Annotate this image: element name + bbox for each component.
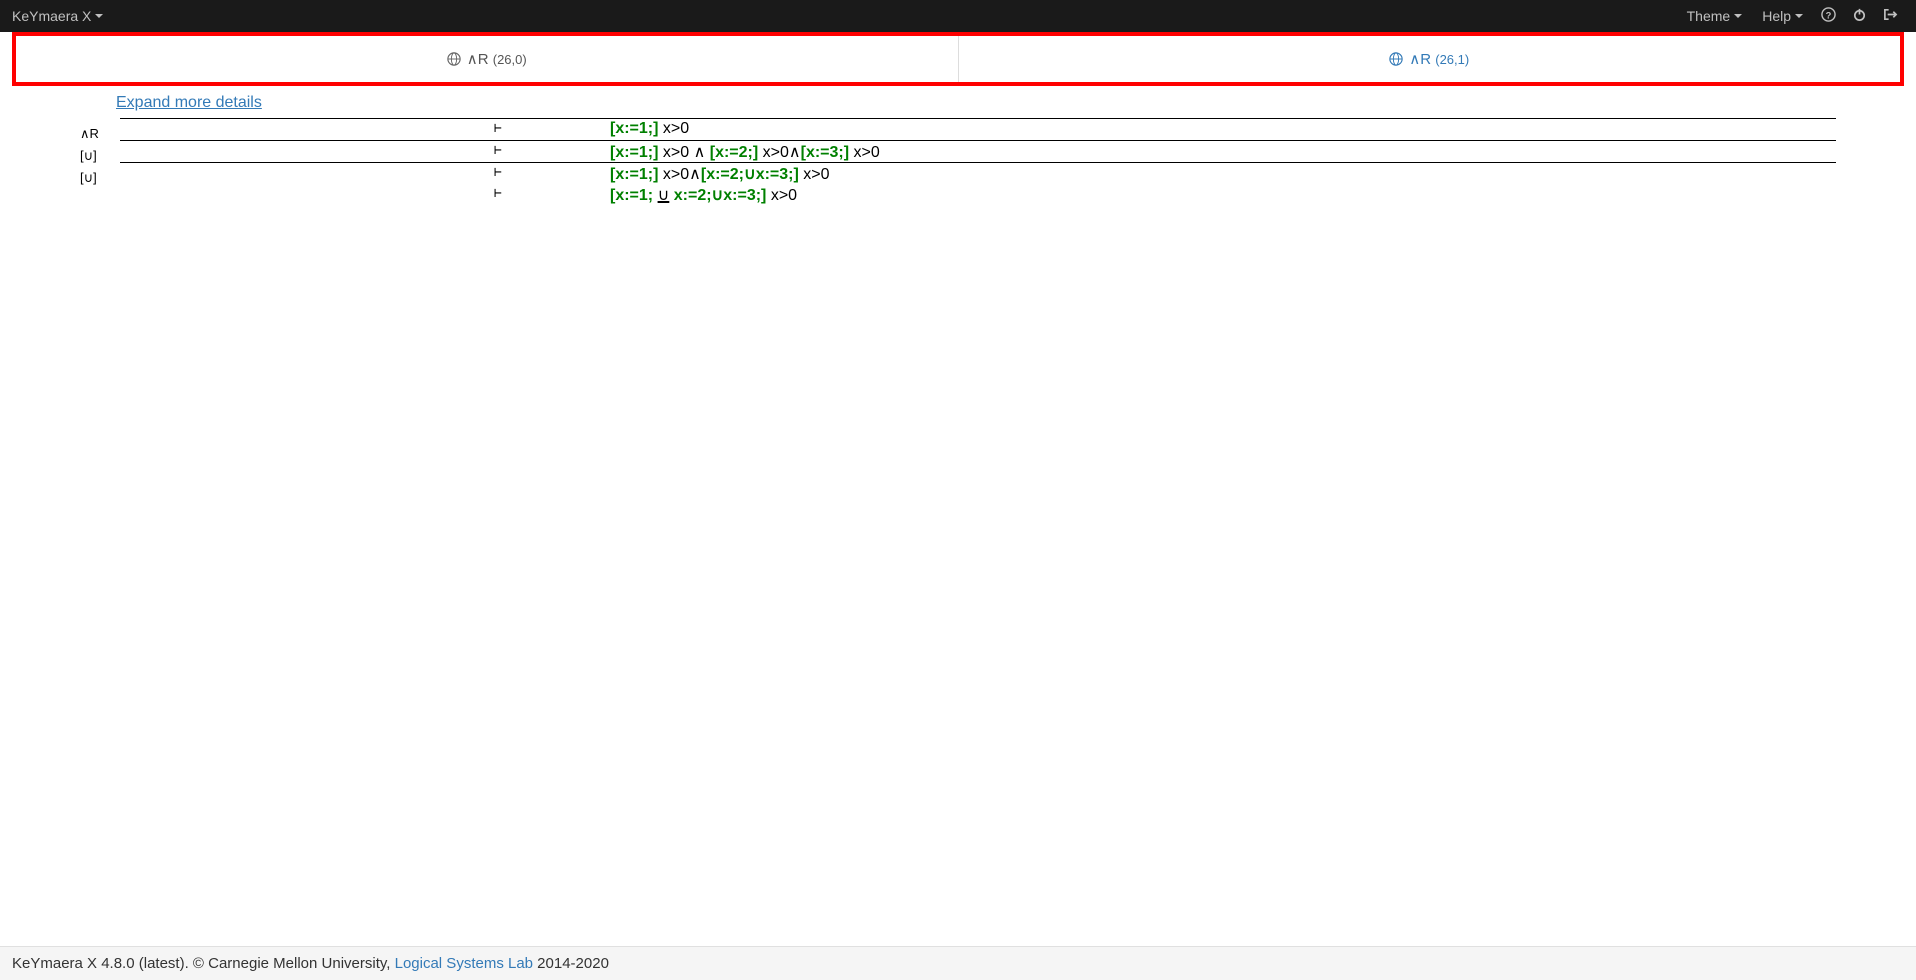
proof-row: [∪] ⊢ [x:=1;] x>0 ∧ [x:=2;] x>0∧[x:=3;] … xyxy=(80,140,1836,162)
expand-more-details-link[interactable]: Expand more details xyxy=(116,94,262,112)
footer: KeYmaera X 4.8.0 (latest). © Carnegie Me… xyxy=(0,946,1916,980)
turnstile: ⊢ xyxy=(494,186,502,201)
sequent-line[interactable]: ⊢ [x:=1;] x>0 xyxy=(120,118,1836,140)
sequent-line[interactable]: ⊢ [x:=1;] x>0 ∧ [x:=2;] x>0∧[x:=3;] x>0 xyxy=(120,140,1836,162)
navbar-right: Theme Help ? xyxy=(1679,7,1904,25)
caret-down-icon xyxy=(95,14,103,18)
rule-label: [∪] xyxy=(80,162,120,184)
turnstile: ⊢ xyxy=(494,143,502,158)
formula[interactable]: [x:=1;] x>0∧[x:=2;∪x:=3;] x>0 xyxy=(610,164,830,184)
tabs-bar: ∧R (26,0) ∧R (26,1) xyxy=(12,32,1904,86)
brand-dropdown[interactable]: KeYmaera X xyxy=(12,8,103,24)
formula[interactable]: [x:=1;] x>0 ∧ [x:=2;] x>0∧[x:=3;] x>0 xyxy=(610,142,880,162)
proof-row: ∧R ⊢ [x:=1;] x>0 xyxy=(80,118,1836,140)
navbar-left: KeYmaera X xyxy=(12,8,103,24)
proof-row: [∪] ⊢ [x:=1;] x>0∧[x:=2;∪x:=3;] x>0 xyxy=(80,162,1836,184)
footer-copyright: © Carnegie Mellon University, xyxy=(189,955,395,972)
rule-label: [∪] xyxy=(80,140,120,162)
theme-dropdown[interactable]: Theme xyxy=(1679,8,1751,24)
tab-andr-0[interactable]: ∧R (26,0) xyxy=(16,36,959,82)
formula[interactable]: [x:=1;] x>0 xyxy=(610,120,689,138)
tab-label: ∧R (26,0) xyxy=(467,50,527,68)
turnstile: ⊢ xyxy=(494,165,502,180)
theme-label: Theme xyxy=(1687,8,1731,24)
proof-table: ∧R ⊢ [x:=1;] x>0 [∪] ⊢ [x:=1;] x>0 ∧ [x:… xyxy=(80,118,1836,206)
caret-down-icon xyxy=(1734,14,1742,18)
logout-icon[interactable] xyxy=(1877,7,1904,25)
tab-andr-1[interactable]: ∧R (26,1) xyxy=(959,36,1901,82)
caret-down-icon xyxy=(1795,14,1803,18)
question-icon[interactable]: ? xyxy=(1815,7,1842,25)
formula[interactable]: [x:=1; ∪ x:=2;∪x:=3;] x>0 xyxy=(610,185,797,205)
sequent-line[interactable]: ⊢ [x:=1; ∪ x:=2;∪x:=3;] x>0 xyxy=(120,184,1836,206)
globe-icon xyxy=(447,52,461,66)
turnstile: ⊢ xyxy=(494,121,502,136)
power-icon[interactable] xyxy=(1846,7,1873,25)
rule-label: ∧R xyxy=(80,118,120,140)
help-dropdown[interactable]: Help xyxy=(1754,8,1811,24)
content-area: Expand more details ∧R ⊢ [x:=1;] x>0 [∪]… xyxy=(0,86,1916,946)
tab-label: ∧R (26,1) xyxy=(1409,50,1469,68)
globe-icon xyxy=(1389,52,1403,66)
footer-app: KeYmaera X 4.8.0 (latest). xyxy=(12,955,189,972)
help-label: Help xyxy=(1762,8,1791,24)
navbar: KeYmaera X Theme Help ? xyxy=(0,0,1916,32)
footer-years: 2014-2020 xyxy=(533,955,609,972)
footer-lab-link[interactable]: Logical Systems Lab xyxy=(395,955,533,972)
brand-label: KeYmaera X xyxy=(12,8,91,24)
proof-row: ⊢ [x:=1; ∪ x:=2;∪x:=3;] x>0 xyxy=(80,184,1836,206)
svg-text:?: ? xyxy=(1826,10,1832,20)
sequent-line[interactable]: ⊢ [x:=1;] x>0∧[x:=2;∪x:=3;] x>0 xyxy=(120,162,1836,184)
